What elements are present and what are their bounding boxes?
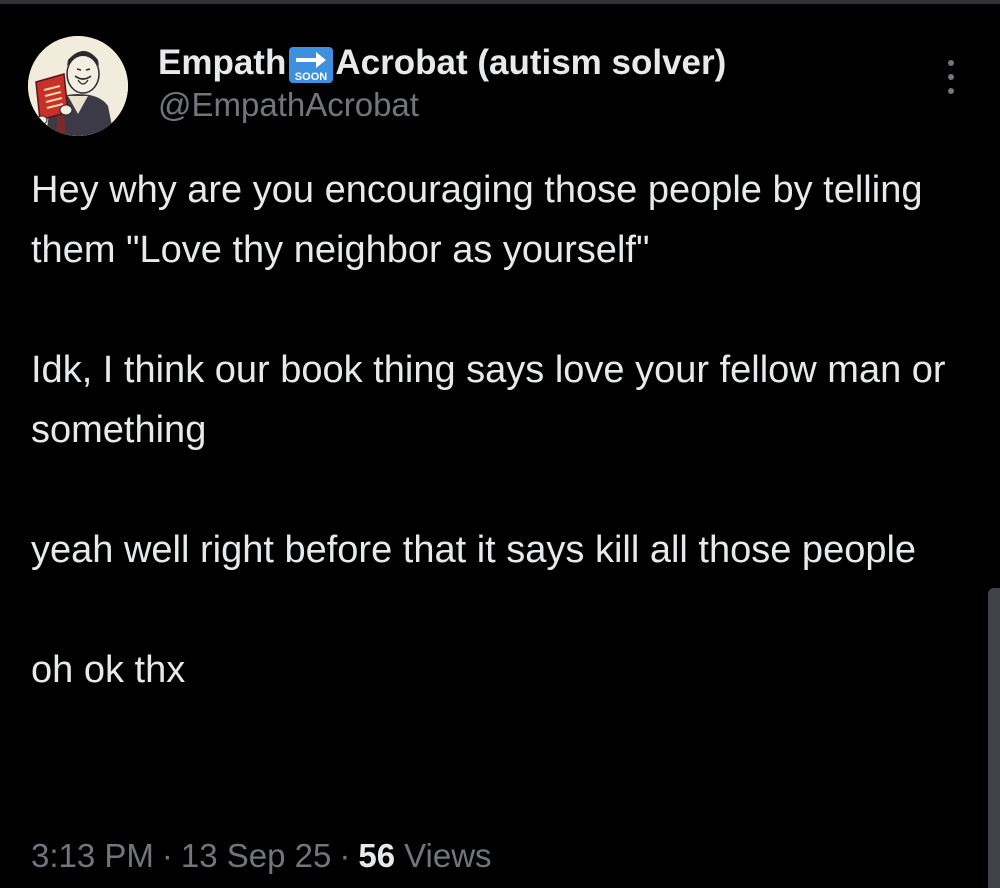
- views-count: 56: [358, 837, 396, 874]
- meta-separator: ·: [339, 837, 351, 874]
- tweet-paragraph: yeah well right before that it says kill…: [31, 529, 917, 571]
- tweet-metadata: 3:13 PM · 13 Sep 25 · 56 Views: [31, 836, 492, 876]
- more-vertical-icon: [948, 60, 954, 66]
- avatar[interactable]: [28, 36, 128, 136]
- tweet: Empath SOON Acrobat (autism solver) @Emp…: [0, 0, 1000, 888]
- soon-arrow-emoji-icon: SOON: [288, 46, 334, 84]
- tweet-text: Hey why are you encouraging those people…: [31, 160, 961, 700]
- display-name-part-2: Acrobat (autism solver): [335, 43, 727, 82]
- tweet-paragraph: Idk, I think our book thing says love yo…: [31, 349, 957, 451]
- more-vertical-icon-dot: [948, 88, 954, 94]
- user-handle[interactable]: @EmpathAcrobat: [158, 85, 918, 125]
- soon-emoji-label: SOON: [295, 71, 327, 83]
- tweet-header: Empath SOON Acrobat (autism solver) @Emp…: [158, 42, 918, 125]
- tweet-paragraph: Hey why are you encouraging those people…: [31, 169, 934, 271]
- scrollbar-thumb[interactable]: [988, 588, 1000, 888]
- meta-separator: ·: [161, 837, 173, 874]
- display-name-part-1: Empath: [158, 43, 287, 82]
- tweet-paragraph: oh ok thx: [31, 649, 186, 691]
- display-name[interactable]: Empath SOON Acrobat (autism solver): [158, 42, 918, 84]
- views-label: Views: [404, 837, 492, 874]
- more-options-button[interactable]: [930, 56, 972, 98]
- avatar-image: [28, 36, 128, 136]
- more-vertical-icon-dot: [948, 74, 954, 80]
- tweet-time[interactable]: 3:13 PM: [31, 836, 154, 876]
- tweet-date[interactable]: 13 Sep 25: [181, 836, 331, 876]
